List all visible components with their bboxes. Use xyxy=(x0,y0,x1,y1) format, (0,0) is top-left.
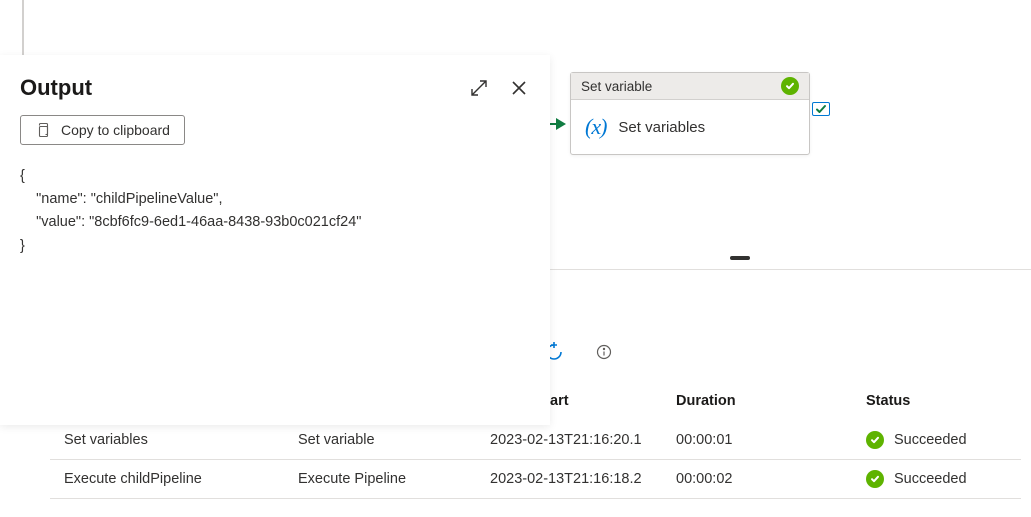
col-header-duration: Duration xyxy=(676,393,866,409)
variable-icon: (x) xyxy=(585,114,606,140)
table-row[interactable]: Execute childPipeline Execute Pipeline 2… xyxy=(50,460,1021,499)
copy-to-clipboard-button[interactable]: Copy to clipboard xyxy=(20,115,185,145)
cell-duration: 00:00:01 xyxy=(676,432,866,448)
close-icon[interactable] xyxy=(508,77,530,99)
info-icon[interactable] xyxy=(594,342,614,362)
success-status-icon xyxy=(866,431,884,449)
cell-start: 2023-02-13T21:16:18.2 xyxy=(490,471,676,487)
copy-icon xyxy=(35,122,51,138)
activity-name-label: Set variables xyxy=(618,119,705,136)
cell-status: Succeeded xyxy=(866,431,1021,449)
cell-duration: 00:00:02 xyxy=(676,471,866,487)
resize-handle[interactable] xyxy=(730,256,750,260)
output-json: { "name": "childPipelineValue", "value":… xyxy=(20,165,530,258)
output-header: Output xyxy=(20,75,530,101)
cell-type: Set variable xyxy=(298,432,490,448)
cell-start: 2023-02-13T21:16:20.1 xyxy=(490,432,676,448)
output-panel: Output Copy to clipboard { "name": "c xyxy=(0,55,550,425)
table-row[interactable]: Set variables Set variable 2023-02-13T21… xyxy=(50,421,1021,460)
output-title: Output xyxy=(20,75,92,101)
status-text: Succeeded xyxy=(894,471,967,487)
pipeline-canvas[interactable]: Set variable (x) Set variables xyxy=(550,60,1031,270)
cell-name: Set variables xyxy=(50,432,298,448)
output-header-actions xyxy=(468,77,530,99)
cell-type: Execute Pipeline xyxy=(298,471,490,487)
activity-type-label: Set variable xyxy=(581,79,652,94)
connector-arrow-icon xyxy=(550,118,566,130)
cell-name: Execute childPipeline xyxy=(50,471,298,487)
col-header-status: Status xyxy=(866,393,1021,409)
expand-icon[interactable] xyxy=(468,77,490,99)
copy-label: Copy to clipboard xyxy=(61,122,170,138)
activity-card-set-variable[interactable]: Set variable (x) Set variables xyxy=(570,72,810,155)
run-toolbar xyxy=(550,332,614,372)
success-status-icon xyxy=(866,470,884,488)
status-header-text: Status xyxy=(866,393,910,409)
refresh-icon[interactable] xyxy=(550,342,564,362)
validate-check-icon[interactable] xyxy=(812,102,830,116)
activity-card-body: (x) Set variables xyxy=(571,100,809,154)
success-status-icon xyxy=(781,77,799,95)
status-text: Succeeded xyxy=(894,432,967,448)
activity-card-header: Set variable xyxy=(571,73,809,100)
cell-status: Succeeded xyxy=(866,470,1021,488)
left-rail xyxy=(22,0,24,55)
